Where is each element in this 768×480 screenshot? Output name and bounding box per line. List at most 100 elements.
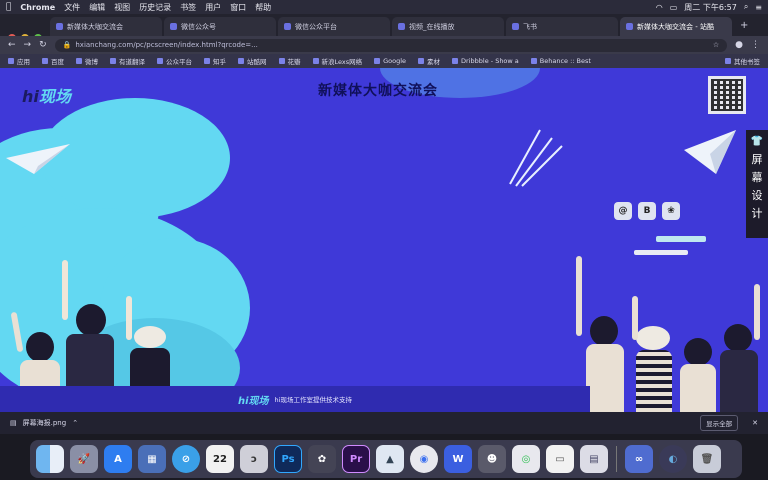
side-tab-char: 计 <box>751 207 763 220</box>
browser-tab[interactable]: 微信公众平台 <box>278 17 390 36</box>
wechat-icon[interactable]: ◎ <box>512 445 540 473</box>
control-center-icon[interactable]: ≡ <box>755 3 762 12</box>
menu-edit[interactable]: 编辑 <box>89 2 105 13</box>
tab-strip: 新媒体大咖交流会 微信公众号 微信公众平台 视频_在线播放 飞书 新媒体大咖交流… <box>0 14 768 42</box>
logo-text: hi <box>22 87 39 106</box>
side-tab-char: 屏 <box>751 153 763 166</box>
bookmark-item[interactable]: 微博 <box>76 56 98 66</box>
more-menu-icon[interactable]: ⋮ <box>751 40 760 50</box>
apple-icon[interactable]:  <box>6 2 11 12</box>
battery-icon[interactable]: ▭ <box>670 3 678 12</box>
menu-file[interactable]: 文件 <box>64 2 80 13</box>
browser-tab[interactable]: 微信公众号 <box>164 17 276 36</box>
paper-plane-icon <box>6 144 70 174</box>
app-store-icon[interactable]: A <box>104 445 132 473</box>
menu-user[interactable]: 用户 <box>205 2 221 13</box>
person-arm <box>632 296 638 340</box>
wps-icon[interactable]: W <box>444 445 472 473</box>
browser-tab[interactable]: 新媒体大咖交流会 <box>50 17 162 36</box>
side-tab-char: 幕 <box>751 171 763 184</box>
finder-icon[interactable] <box>36 445 64 473</box>
download-bar: ▤ 屏幕海报.png ⌃ 显示全部 ✕ <box>0 412 768 434</box>
download-filename[interactable]: 屏幕海报.png <box>23 418 67 428</box>
other-bookmarks[interactable]: 其他书签 <box>725 56 760 66</box>
person-illustration <box>576 256 626 412</box>
bookmark-item[interactable]: 站酷网 <box>238 56 267 66</box>
notes-icon[interactable]: ▭ <box>546 445 574 473</box>
calendar-icon[interactable]: 22 <box>206 445 234 473</box>
premiere-icon[interactable]: Pr <box>342 445 370 473</box>
launchpad-icon[interactable]: 🚀 <box>70 445 98 473</box>
bookmark-item[interactable]: 公众平台 <box>157 56 192 66</box>
bookmark-item[interactable]: 新浪Lexs网络 <box>312 56 362 66</box>
wifi-icon[interactable]: ◠ <box>656 3 663 12</box>
menu-history[interactable]: 历史记录 <box>139 2 171 13</box>
social-icon-flower[interactable]: ❀ <box>662 202 680 220</box>
photo-app-icon[interactable]: ✿ <box>308 445 336 473</box>
bookmark-item[interactable]: 百度 <box>42 56 64 66</box>
menubar-clock[interactable]: 周二 下午6:57 <box>684 2 737 13</box>
menu-window[interactable]: 窗口 <box>230 2 246 13</box>
dribbble-icon <box>452 58 459 64</box>
social-icon-at[interactable]: @ <box>614 202 632 220</box>
paper-plane-icon <box>684 130 736 174</box>
penguin-app-icon[interactable]: ☻ <box>478 445 506 473</box>
browser-tab-active[interactable]: 新媒体大咖交流会 - 站酷 <box>620 17 732 36</box>
chevron-down-icon[interactable]: ⌃ <box>72 419 78 427</box>
forward-arrow-icon[interactable]: → <box>24 40 32 50</box>
safari-icon[interactable]: ⊘ <box>172 445 200 473</box>
new-tab-button[interactable]: + <box>734 20 754 31</box>
search-icon[interactable]: ⌕ <box>744 2 748 12</box>
baidu-netdisk-icon[interactable]: ∞ <box>625 445 653 473</box>
bookmark-item[interactable]: 素材 <box>418 56 440 66</box>
side-tab-screen-design[interactable]: 👕 屏 幕 设 计 <box>746 130 768 238</box>
back-arrow-icon[interactable]: ← <box>8 40 16 50</box>
browser-tab[interactable]: 飞书 <box>506 17 618 36</box>
bookmark-item[interactable]: 花瓣 <box>278 56 301 66</box>
chrome-icon[interactable]: ◉ <box>410 445 438 473</box>
finder-window-icon[interactable]: ▤ <box>580 445 608 473</box>
menubar-app-name[interactable]: Chrome <box>20 3 55 12</box>
photoshop-icon[interactable]: Ps <box>274 445 302 473</box>
person-torso <box>636 350 672 412</box>
bookmark-item[interactable]: Behance :: Best <box>530 57 591 65</box>
reload-icon[interactable]: ↻ <box>39 40 47 50</box>
show-all-downloads-button[interactable]: 显示全部 <box>700 415 739 431</box>
trash-icon[interactable]: 🗑 <box>693 445 721 473</box>
bookmark-label: Google <box>383 57 407 65</box>
bookmark-item[interactable]: 应用 <box>8 56 30 66</box>
tab-label: 飞书 <box>523 22 537 31</box>
menu-help[interactable]: 帮助 <box>255 2 271 13</box>
bookmark-item[interactable]: 有道翻译 <box>110 56 145 66</box>
bookmark-item[interactable]: Dribbble - Show a <box>452 57 519 65</box>
siri-icon[interactable]: ↄ <box>240 445 268 473</box>
bookmark-item[interactable]: 知乎 <box>204 56 226 66</box>
person-illustration <box>632 296 676 412</box>
person-torso <box>720 350 758 412</box>
file-icon: ▤ <box>10 419 17 427</box>
person-illustration <box>678 338 718 412</box>
footer-text: hi现场工作室提供技术支持 <box>274 396 352 404</box>
behance-icon <box>530 58 537 64</box>
bookmark-item[interactable]: Google <box>374 57 406 65</box>
mail-icon[interactable]: ◐ <box>659 445 687 473</box>
bookmark-label: Dribbble - Show a <box>461 57 519 65</box>
tab-label: 新媒体大咖交流会 - 站酷 <box>637 22 714 31</box>
profile-avatar-icon[interactable]: ● <box>735 40 743 50</box>
address-bar[interactable]: 🔒 hxianchang.com/pc/pcscreen/index.html?… <box>54 38 728 52</box>
dock-separator <box>616 446 617 472</box>
close-icon[interactable]: ✕ <box>752 419 758 427</box>
menu-view[interactable]: 视图 <box>114 2 130 13</box>
keynote-icon[interactable]: ▲ <box>376 445 404 473</box>
qr-pattern <box>711 79 743 111</box>
preview-icon[interactable]: ▦ <box>138 445 166 473</box>
browser-tab[interactable]: 视频_在线播放 <box>392 17 504 36</box>
apps-icon <box>8 58 14 64</box>
social-icon-b[interactable]: B <box>638 202 656 220</box>
menu-bookmarks[interactable]: 书签 <box>180 2 196 13</box>
bookmark-favicon-icon <box>110 58 116 64</box>
bookmark-label: 站酷网 <box>247 58 267 66</box>
bookmark-star-icon[interactable]: ☆ <box>713 41 719 49</box>
footer-logo: hi现场 <box>238 395 269 407</box>
lock-icon: 🔒 <box>62 41 72 49</box>
